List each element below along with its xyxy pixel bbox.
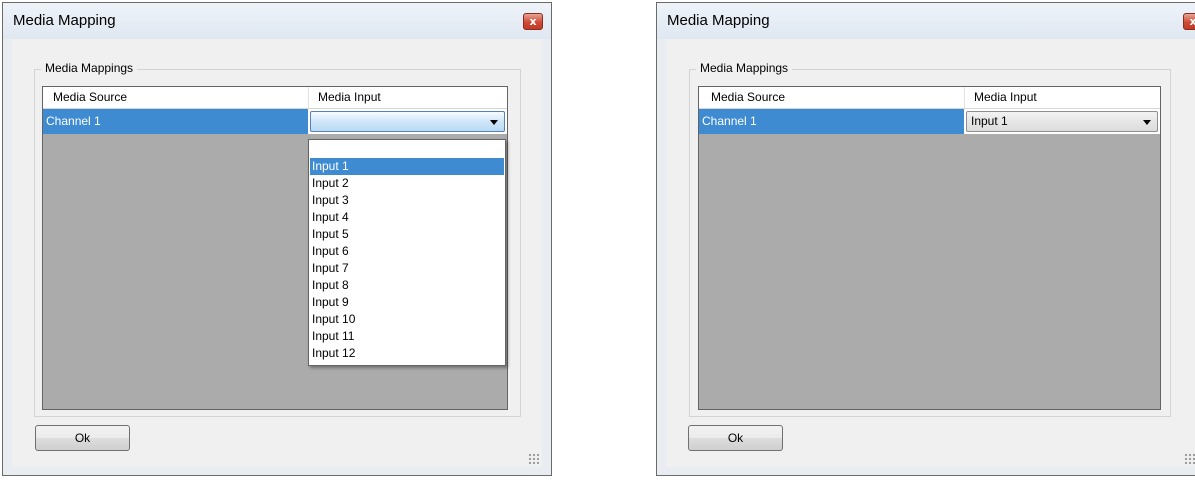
grid-header: Media Source Media Input [699,87,1160,109]
group-label: Media Mappings [41,61,138,75]
dropdown-option-blank[interactable] [310,142,504,159]
dropdown-option-input-2[interactable]: Input 2 [310,175,504,192]
title-bar[interactable]: Media Mapping x [3,3,551,39]
cell-media-source[interactable]: Channel 1 [43,109,308,134]
media-input-dropdown-list[interactable]: Input 1 Input 2 Input 3 Input 4 Input 5 … [308,139,506,366]
dropdown-option-input-4[interactable]: Input 4 [310,209,504,226]
ok-button[interactable]: Ok [688,425,783,451]
dropdown-option-input-10[interactable]: Input 10 [310,311,504,328]
ok-button[interactable]: Ok [35,425,130,451]
dropdown-option-input-1[interactable]: Input 1 [310,158,504,175]
title-bar[interactable]: Media Mapping x [657,3,1195,39]
grid-header: Media Source Media Input [43,87,507,109]
resize-grip-icon[interactable] [1184,453,1195,464]
dropdown-option-input-12[interactable]: Input 12 [310,345,504,362]
column-header-media-source[interactable]: Media Source [711,87,785,108]
media-input-combobox[interactable]: Input 1 [966,111,1158,132]
dropdown-option-input-9[interactable]: Input 9 [310,294,504,311]
close-button[interactable]: x [523,13,543,30]
dropdown-option-input-6[interactable]: Input 6 [310,243,504,260]
cell-media-input[interactable] [308,109,507,134]
window-client-area: Media Mappings Media Source Media Input … [666,39,1195,467]
cell-media-source[interactable]: Channel 1 [699,109,964,134]
chevron-down-icon[interactable] [490,120,498,125]
window-title: Media Mapping [13,12,116,29]
column-separator [964,87,965,108]
table-row[interactable]: Channel 1 Input 1 [699,109,1160,134]
close-button[interactable]: x [1183,13,1195,30]
dropdown-option-input-8[interactable]: Input 8 [310,277,504,294]
table-row[interactable]: Channel 1 [43,109,507,134]
close-icon: x [1189,15,1195,28]
dropdown-option-input-5[interactable]: Input 5 [310,226,504,243]
media-input-combobox[interactable] [310,111,505,132]
cell-media-input[interactable]: Input 1 [964,109,1160,134]
mappings-grid: Media Source Media Input Channel 1 Input… [698,86,1161,410]
dropdown-option-input-3[interactable]: Input 3 [310,192,504,209]
column-header-media-input[interactable]: Media Input [974,87,1037,108]
window-title: Media Mapping [667,12,770,29]
column-header-media-input[interactable]: Media Input [318,87,381,108]
group-label: Media Mappings [696,61,793,75]
column-header-media-source[interactable]: Media Source [53,87,127,108]
media-mapping-window-right: Media Mapping x Media Mappings Media Sou… [656,2,1195,476]
dropdown-option-input-11[interactable]: Input 11 [310,328,504,345]
combobox-value: Input 1 [971,114,1008,128]
chevron-down-icon[interactable] [1143,120,1151,125]
resize-grip-icon[interactable] [528,453,539,464]
close-icon: x [529,15,537,28]
media-mappings-group: Media Mappings Media Source Media Input … [689,61,1171,417]
dropdown-option-input-7[interactable]: Input 7 [310,260,504,277]
column-separator [308,87,309,108]
